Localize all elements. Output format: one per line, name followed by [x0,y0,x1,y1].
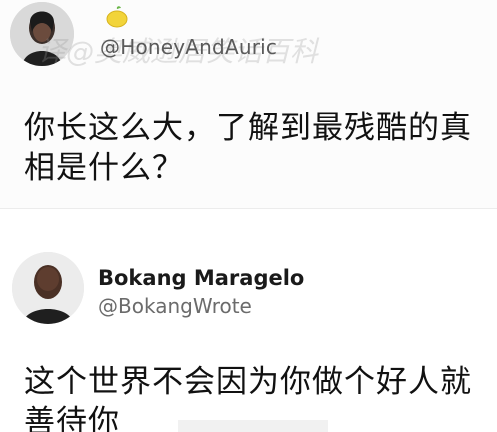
display-name[interactable]: Bokang Maragelo [98,266,304,290]
user-handle[interactable]: @HoneyAndAuric [100,35,277,59]
user-handle[interactable]: @BokangWrote [98,294,252,318]
lemon-icon [104,4,130,30]
person-icon [12,252,84,324]
tweet-text: 你长这么大，了解到最残酷的真相是什么？ [24,110,472,186]
screenshot: 译@奥威逊居笑话百科 @HoneyAndAuric 你长这么大，了解到最残酷的真… [0,0,497,432]
person-icon [10,2,74,66]
avatar[interactable] [10,2,74,66]
watermark-fragment [178,420,328,432]
avatar[interactable] [12,252,84,324]
